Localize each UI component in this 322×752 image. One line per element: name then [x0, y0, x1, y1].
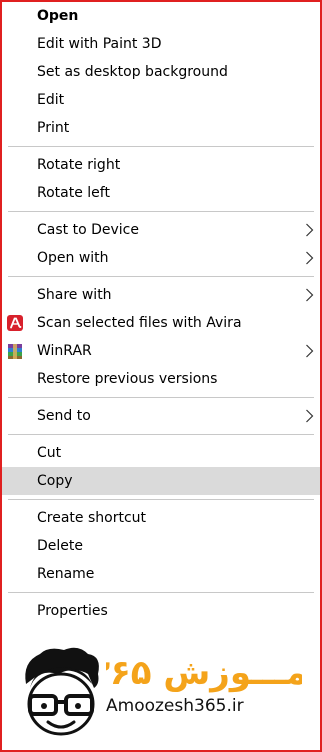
chevron-right-icon: [306, 223, 314, 237]
menu-item-print[interactable]: Print: [2, 114, 320, 142]
watermark-persian-text: آمـــوزش ۳۶۵: [106, 651, 302, 693]
chevron-right-icon: [306, 344, 314, 358]
menu-item-set-desktop-background[interactable]: Set as desktop background: [2, 58, 320, 86]
menu-item-label: Create shortcut: [37, 510, 147, 526]
menu-item-cast-to-device[interactable]: Cast to Device: [2, 216, 320, 244]
menu-item-label: Rotate right: [37, 157, 121, 173]
menu-item-open-with[interactable]: Open with: [2, 244, 320, 272]
watermark-logo: آمـــوزش ۳۶۵ Amoozesh365.ir: [2, 630, 320, 748]
menu-item-restore-previous-versions[interactable]: Restore previous versions: [2, 365, 320, 393]
menu-item-share-with[interactable]: Share with: [2, 281, 320, 309]
menu-item-label: Copy: [37, 473, 73, 489]
menu-item-label: Send to: [37, 408, 91, 424]
watermark-url: Amoozesh365.ir: [106, 696, 244, 716]
menu-item-label: Share with: [37, 287, 112, 303]
menu-item-label: Open with: [37, 250, 109, 266]
chevron-right-icon: [306, 288, 314, 302]
menu-separator: [2, 272, 320, 281]
menu-item-label: Edit: [37, 92, 65, 108]
menu-item-rename[interactable]: Rename: [2, 560, 320, 588]
menu-item-label: Cut: [37, 445, 62, 461]
menu-item-label: Set as desktop background: [37, 64, 228, 80]
menu-item-label: Open: [37, 8, 79, 24]
menu-item-label: Print: [37, 120, 70, 136]
mascot-face-icon: [25, 647, 99, 736]
menu-separator: [2, 588, 320, 597]
menu-separator: [2, 207, 320, 216]
menu-item-cut[interactable]: Cut: [2, 439, 320, 467]
menu-item-label: Cast to Device: [37, 222, 139, 238]
menu-item-copy[interactable]: Copy: [2, 467, 320, 495]
avira-icon: [7, 315, 23, 331]
menu-item-label: WinRAR: [37, 343, 92, 359]
menu-item-edit[interactable]: Edit: [2, 86, 320, 114]
chevron-right-icon: [306, 251, 314, 265]
menu-separator: [2, 430, 320, 439]
menu-item-label: Edit with Paint 3D: [37, 36, 162, 52]
menu-separator: [2, 393, 320, 402]
menu-item-label: Scan selected files with Avira: [37, 315, 242, 331]
menu-separator: [2, 495, 320, 504]
menu-item-label: Rename: [37, 566, 95, 582]
menu-item-create-shortcut[interactable]: Create shortcut: [2, 504, 320, 532]
svg-text:آمـــوزش ۳۶۵: آمـــوزش ۳۶۵: [106, 651, 302, 693]
menu-separator: [2, 142, 320, 151]
menu-item-scan-avira[interactable]: Scan selected files with Avira: [2, 309, 320, 337]
chevron-right-icon: [306, 409, 314, 423]
menu-item-label: Properties: [37, 603, 108, 619]
menu-item-edit-paint3d[interactable]: Edit with Paint 3D: [2, 30, 320, 58]
menu-item-send-to[interactable]: Send to: [2, 402, 320, 430]
menu-item-delete[interactable]: Delete: [2, 532, 320, 560]
menu-item-rotate-right[interactable]: Rotate right: [2, 151, 320, 179]
menu-item-winrar[interactable]: WinRAR: [2, 337, 320, 365]
context-menu: Open Edit with Paint 3D Set as desktop b…: [2, 2, 320, 625]
menu-item-rotate-left[interactable]: Rotate left: [2, 179, 320, 207]
menu-item-open[interactable]: Open: [2, 2, 320, 30]
menu-item-label: Restore previous versions: [37, 371, 218, 387]
menu-item-label: Rotate left: [37, 185, 110, 201]
menu-item-properties[interactable]: Properties: [2, 597, 320, 625]
menu-item-label: Delete: [37, 538, 83, 554]
winrar-icon: [8, 344, 22, 359]
